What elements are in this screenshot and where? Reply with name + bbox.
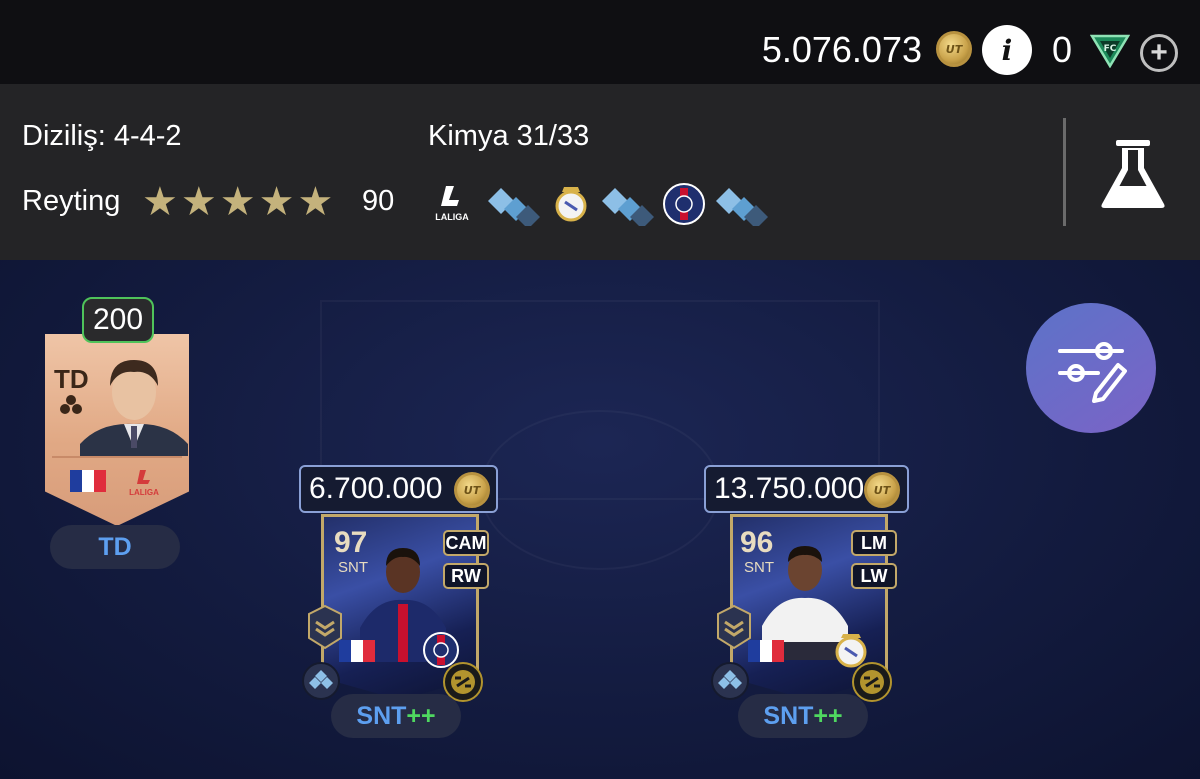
- svg-text:LALIGA: LALIGA: [435, 212, 469, 222]
- edit-squad-sliders-icon: [1058, 342, 1127, 403]
- add-points-button[interactable]: +: [1140, 34, 1178, 72]
- coin-icon: UT: [864, 472, 900, 508]
- svg-text:FC: FC: [1104, 44, 1117, 54]
- laliga-logo: LALIGA: [129, 470, 159, 497]
- chemistry-diamonds-icon: [718, 670, 742, 689]
- manager-photo: [80, 360, 188, 456]
- flask-icon[interactable]: [1098, 138, 1168, 210]
- star-icon: ★: [297, 179, 334, 225]
- laliga-logo: LALIGA: [435, 186, 469, 222]
- star-icon: ★: [258, 179, 295, 225]
- playstyle-badge: [852, 662, 892, 702]
- star-icon: ★: [219, 179, 256, 225]
- player-overall: 97: [334, 526, 368, 559]
- pitch-arc-line: [480, 410, 720, 570]
- coin-icon: UT: [454, 472, 490, 508]
- chemistry-links: LALIGA: [435, 183, 768, 226]
- player-position-pill[interactable]: SNT++: [331, 694, 461, 738]
- squad-info-panel: Diziliş: 4-4-2 Kimya 31/33 Reyting ★ ★ ★…: [0, 84, 1200, 260]
- chemistry-diamonds-icon: [309, 670, 333, 689]
- psg-crest: [423, 632, 459, 668]
- chemistry-diamonds-icon: [488, 188, 540, 226]
- manager-position-pill[interactable]: TD: [50, 525, 180, 569]
- player-position-pill[interactable]: SNT++: [738, 694, 868, 738]
- svg-text:LALIGA: LALIGA: [129, 488, 159, 497]
- playstyle-icon: [860, 670, 884, 694]
- manager-card-divider: [52, 456, 182, 458]
- edit-squad-button[interactable]: [1026, 303, 1156, 433]
- rating-label: Reyting: [22, 185, 121, 217]
- player-overall: 96: [740, 526, 774, 559]
- manager-role-icon: [60, 395, 82, 414]
- player-position: SNT: [338, 559, 368, 576]
- chemistry-label: Kimya 31/33: [428, 120, 590, 152]
- alt-position-badge: LW: [851, 563, 897, 589]
- fc-points-icon: FC: [1090, 34, 1130, 68]
- panel-divider: [1063, 118, 1066, 226]
- player-position: SNT: [744, 559, 774, 576]
- alt-position-badge: RW: [443, 563, 489, 589]
- star-icon: ★: [180, 179, 217, 225]
- alt-position-badge: CAM: [443, 530, 489, 556]
- coin-icon: UT: [936, 31, 972, 67]
- france-flag: [748, 640, 784, 662]
- info-button[interactable]: i: [982, 25, 1032, 75]
- player-chemistry-badge: [711, 662, 749, 700]
- rating-value: 90: [362, 185, 395, 217]
- points-balance: 0: [1052, 29, 1073, 70]
- formation-label[interactable]: Diziliş: 4-4-2: [22, 120, 182, 153]
- france-flag: [339, 640, 375, 662]
- plus-icon: +: [1150, 36, 1168, 69]
- coin-balance: 5.076.073: [761, 29, 922, 70]
- rank-chevron-icon: [308, 604, 342, 650]
- real-madrid-crest: [555, 187, 587, 222]
- playstyle-icon: [451, 670, 475, 694]
- top-bar: 5.076.073 UT i 0 FC +: [0, 0, 1200, 84]
- france-flag: [70, 470, 106, 492]
- chemistry-diamonds-icon: [716, 188, 768, 226]
- manager-rating: 200: [82, 297, 154, 343]
- star-icon: ★: [142, 179, 178, 225]
- rating-stars: ★ ★ ★ ★ ★: [142, 182, 333, 222]
- alt-position-badge: LM: [851, 530, 897, 556]
- psg-crest: [663, 183, 705, 225]
- player-chemistry-badge: [302, 662, 340, 700]
- chemistry-diamonds-icon: [602, 188, 654, 226]
- rank-chevron-icon: [717, 604, 751, 650]
